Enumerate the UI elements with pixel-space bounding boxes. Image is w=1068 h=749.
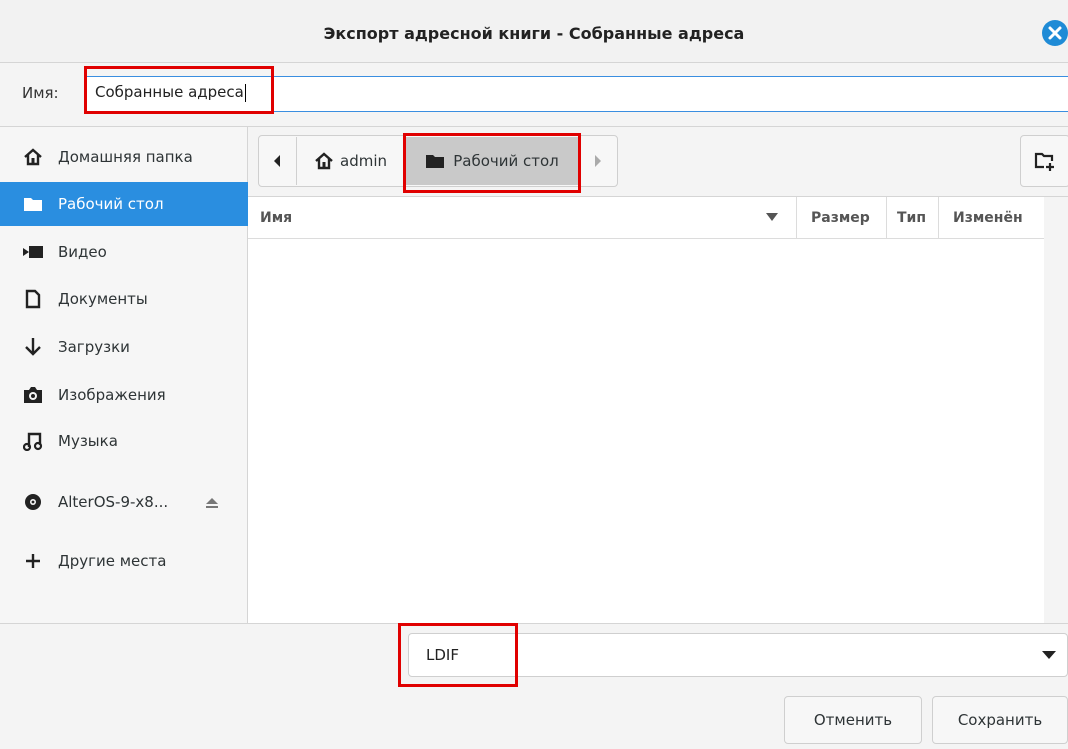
filter-value: LDIF [426,646,459,664]
sidebar-item-label: Другие места [58,552,167,570]
column-label: Имя [260,210,293,226]
new-folder-button[interactable] [1020,135,1068,187]
path-segment-desktop[interactable]: Рабочий стол [405,137,579,185]
cancel-button[interactable]: Отменить [784,696,922,744]
file-list[interactable] [248,197,1044,623]
sidebar-item-downloads[interactable]: Загрузки [0,325,248,369]
home-icon [22,146,44,168]
chevron-left-icon [274,155,280,167]
sidebar-item-label: Загрузки [58,338,130,356]
column-label: Тип [897,210,927,226]
column-header-modified[interactable]: Изменён [938,197,1044,239]
places-sidebar: Домашняя папка Рабочий стол Видео Докуме… [0,127,248,623]
sidebar-item-documents[interactable]: Документы [0,277,248,321]
column-header-size[interactable]: Размер [796,197,886,239]
eject-icon[interactable] [205,495,219,513]
new-folder-icon [1034,152,1054,171]
sidebar-item-desktop[interactable]: Рабочий стол [0,182,248,226]
sidebar-item-label: Изображения [58,386,166,404]
path-forward-button[interactable] [580,137,614,185]
plus-icon [22,550,44,572]
filename-input[interactable]: Собранные адреса [84,76,1068,112]
sidebar-item-label: Рабочий стол [58,195,164,213]
sidebar-item-video[interactable]: Видео [0,230,248,274]
disc-icon [22,491,44,513]
chevron-right-icon [594,155,601,167]
sidebar-item-home[interactable]: Домашняя папка [0,135,248,179]
document-icon [22,288,44,310]
scrollbar-area [1044,197,1068,623]
file-type-filter[interactable] [408,633,1068,677]
path-segment-label: admin [340,152,387,170]
sidebar-item-disc[interactable]: AlterOS-9-x8... [0,480,248,524]
column-header-name[interactable]: Имя [260,197,780,239]
home-icon [315,152,333,170]
close-icon [1048,26,1062,40]
sidebar-item-label: Домашняя папка [58,148,193,166]
save-button[interactable]: Сохранить [932,696,1068,744]
column-header-type[interactable]: Тип [886,197,938,239]
filename-value: Собранные адреса [95,83,244,101]
music-icon [22,430,44,452]
sidebar-item-music[interactable]: Музыка [0,419,248,463]
path-segment-label: Рабочий стол [453,152,559,170]
close-button[interactable] [1042,20,1068,46]
download-icon [22,336,44,358]
sidebar-item-other-locations[interactable]: Другие места [0,539,248,583]
file-list-header: Имя Размер Тип Изменён [248,197,1044,239]
sidebar-item-pictures[interactable]: Изображения [0,373,248,417]
camera-icon [22,384,44,406]
column-label: Размер [811,210,870,226]
path-segment-admin[interactable]: admin [296,137,404,185]
window-title: Экспорт адресной книги - Собранные адрес… [323,24,745,43]
sidebar-item-label: Музыка [58,432,118,450]
text-cursor [244,83,246,102]
folder-icon [426,155,445,168]
sort-arrow-icon [766,213,778,221]
folder-icon [22,193,44,215]
sidebar-item-label: AlterOS-9-x8... [58,493,169,511]
path-back-button[interactable] [260,137,294,185]
name-label: Имя: [22,84,59,102]
sidebar-item-label: Документы [58,290,148,308]
chevron-down-icon [1042,646,1056,664]
sidebar-item-label: Видео [58,243,107,261]
column-label: Изменён [953,210,1023,226]
video-icon [22,241,44,263]
